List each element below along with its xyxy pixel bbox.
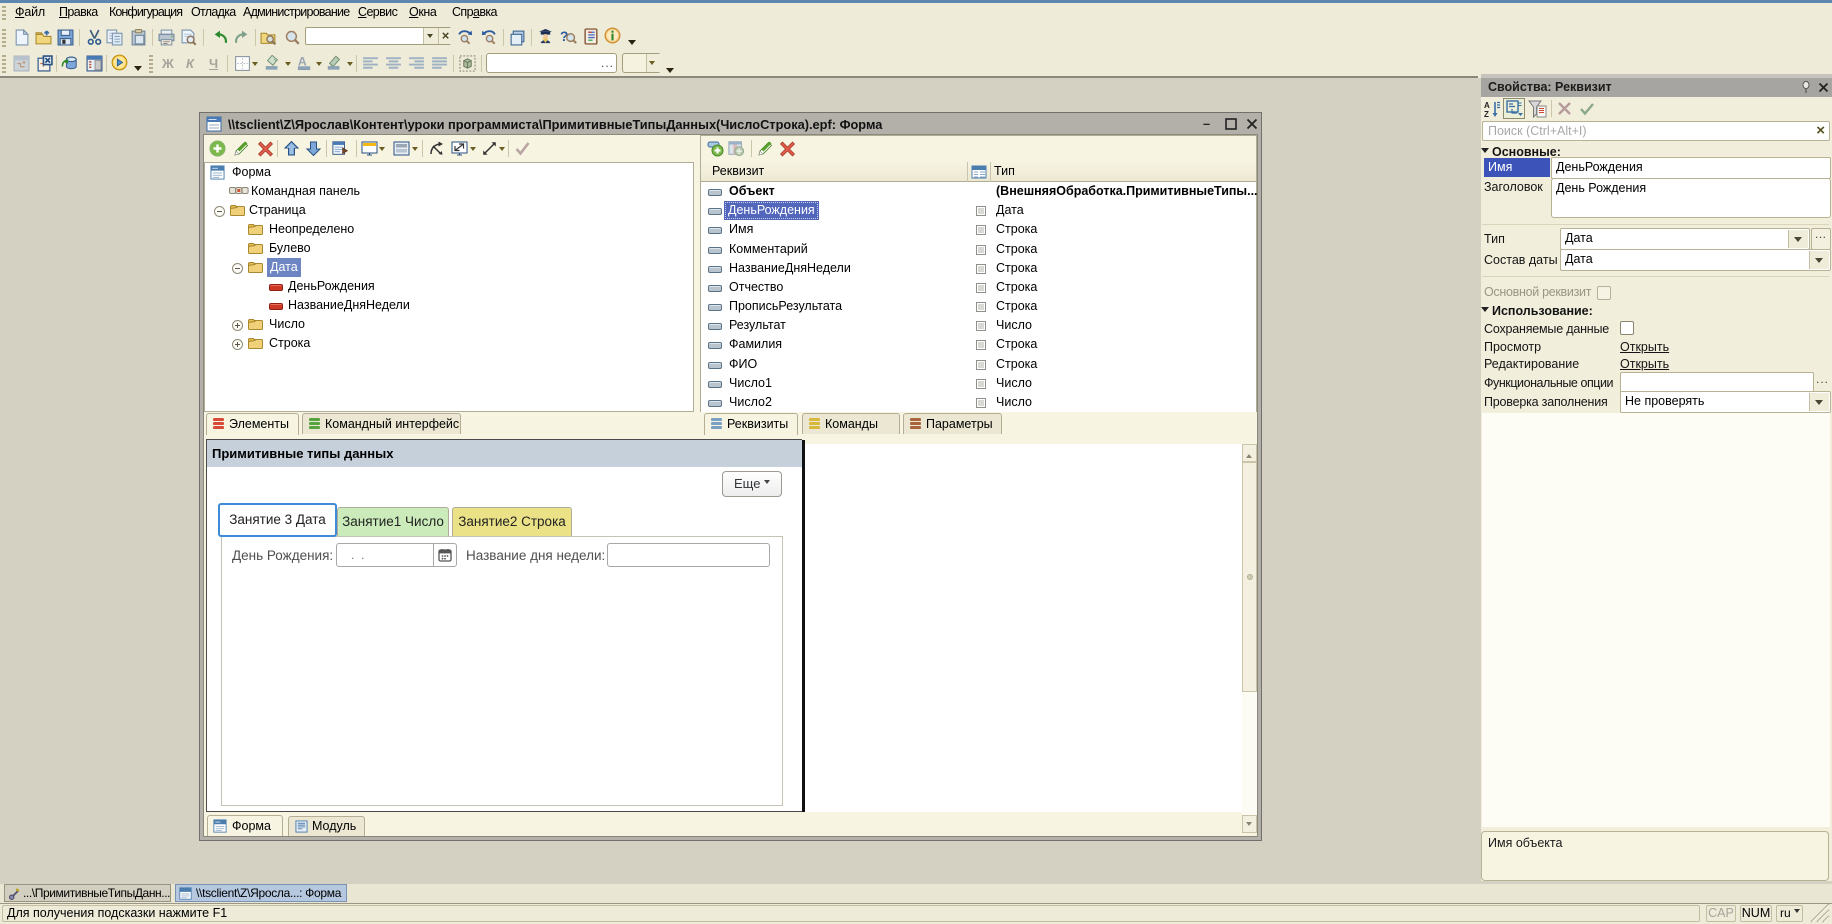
svg-text:A: A <box>1484 101 1490 110</box>
svg-text:Z: Z <box>1484 110 1489 119</box>
svg-text:A: A <box>298 54 307 68</box>
